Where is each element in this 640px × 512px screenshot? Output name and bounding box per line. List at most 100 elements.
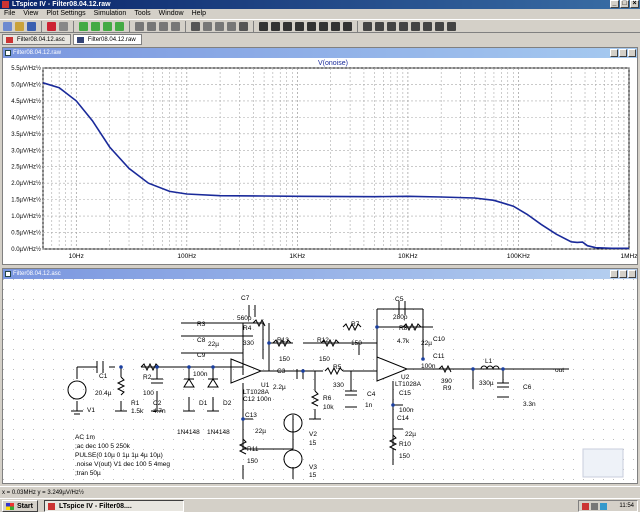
start-label: Start [17,502,33,510]
directive-pulse[interactable]: PULSE(0 10µ 0 1µ 1µ 4µ 10µ) [75,452,163,459]
move-icon[interactable] [363,21,372,31]
y-tick-label: 0.5µV/Hz½ [11,230,41,237]
value-R7: 150 [351,340,362,347]
schematic-maximize-button[interactable] [619,270,627,278]
y-tick-label: 4.0µV/Hz½ [11,114,41,121]
label-R9: R9 [443,385,452,392]
zoom-in-icon[interactable] [79,21,88,31]
menu-file[interactable]: File [3,9,16,19]
clock: 11:54 [619,502,634,509]
toolbar-separator [41,20,42,32]
halt-icon[interactable] [59,21,68,31]
label-U2: U2 [401,374,410,381]
label-R6: R6 [323,395,332,402]
value-C11: 100n [421,363,436,370]
save-icon[interactable] [27,21,36,31]
undo-icon[interactable] [387,21,396,31]
minimize-button[interactable]: _ [610,0,619,8]
plot-grid [42,67,630,250]
inductor-icon[interactable] [319,21,328,31]
value-C13: 22µ [255,428,266,435]
plot-close-button[interactable] [628,49,636,57]
run-icon[interactable] [47,21,56,31]
menu-window[interactable]: Window [158,9,185,19]
label-C9: C9 [197,352,206,359]
schematic-canvas[interactable]: C7 560p R3 R4 330 C8 22µ C9 100n R13 150… [3,279,637,483]
find-icon[interactable] [239,21,248,31]
capacitor-icon[interactable] [307,21,316,31]
label-R10: R10 [399,441,411,448]
value-C14: 22µ [405,431,416,438]
schematic-minimize-button[interactable] [610,270,618,278]
directive-ac[interactable]: AC 1m [75,434,95,441]
menu-plot-settings[interactable]: Plot Settings [45,9,86,19]
x-tick-label: 100Hz [177,253,196,260]
directive-ac-sweep[interactable]: ;ac dec 100 5 250k [75,443,131,450]
tile-icon[interactable] [147,21,156,31]
tab-waveform[interactable]: Filter08.04.12.raw [72,34,142,45]
label-V3: V3 [309,464,317,471]
toolbar-separator [129,20,130,32]
print-icon[interactable] [191,21,200,31]
taskbar-item-ltspice[interactable]: LTspice IV - Filter08.... [43,499,184,512]
cascade-icon[interactable] [159,21,168,31]
label-net-icon[interactable] [283,21,292,31]
resize-grip[interactable] [582,448,624,478]
plot-window-titlebar: Filter08.04.12.raw [3,48,637,58]
tray-icon[interactable] [582,502,589,510]
paste-icon[interactable] [227,21,236,31]
component-icon[interactable] [343,21,352,31]
cut-icon[interactable] [203,21,212,31]
zoom-fit-icon[interactable] [115,21,124,31]
directive-noise[interactable]: .noise V(out) V1 dec 100 5 4meg [75,461,170,468]
open-folder-icon[interactable] [15,21,24,31]
directive-tran[interactable]: ;tran 50µ [75,470,101,477]
text-icon[interactable] [435,21,444,31]
network-icon[interactable] [600,502,607,510]
value-R4: 330 [243,340,254,347]
wire-icon[interactable] [259,21,268,31]
mirror-icon[interactable] [423,21,432,31]
start-button[interactable]: Start [2,499,38,512]
schematic-window-titlebar: Filter08.04.12.asc [3,269,637,279]
rotate-icon[interactable] [411,21,420,31]
tab-schematic[interactable]: Filter08.04.12.asc [2,34,71,45]
label-R3: R3 [197,321,206,328]
schematic-close-button[interactable] [628,270,636,278]
ground-icon[interactable] [271,21,280,31]
menu-view[interactable]: View [22,9,39,19]
windows-logo-icon [6,502,14,510]
resistor-icon[interactable] [295,21,304,31]
plot-window: Filter08.04.12.raw V(onoise) 0.0µV/Hz½ 0.… [2,47,638,265]
trace-label[interactable]: V(onoise) [318,60,348,67]
zoom-pan-icon[interactable] [91,21,100,31]
open-icon[interactable] [3,21,12,31]
menu-tools[interactable]: Tools [133,9,151,19]
autorange-icon[interactable] [135,21,144,31]
waveform-icon [76,37,84,43]
redo-icon[interactable] [399,21,408,31]
close-window-icon[interactable] [171,21,180,31]
value-C2: 4.7n [153,408,166,415]
label-C5: C5 [395,296,404,303]
value-C15: 100n [399,407,414,414]
copy-icon[interactable] [215,21,224,31]
value-R11: 150 [247,458,258,465]
volume-icon[interactable] [591,502,598,510]
spice-directive-icon[interactable] [447,21,456,31]
diode-icon[interactable] [331,21,340,31]
ltspice-app: LTspice IV - Filter08.04.12.raw _ □ × Fi… [0,0,640,512]
close-button[interactable]: × [630,0,639,8]
toolbar-separator [253,20,254,32]
plot-maximize-button[interactable] [619,49,627,57]
noise-plot[interactable]: V(onoise) 0.0µV/Hz½ 0.5µV/Hz½ 1.0µV/Hz½ 1.5… [3,58,637,264]
menu-help[interactable]: Help [191,9,207,19]
plot-minimize-button[interactable] [610,49,618,57]
maximize-button[interactable]: □ [620,0,629,8]
zoom-out-icon[interactable] [103,21,112,31]
x-axis-ticks: 10Hz 100Hz 1KHz 10KHz 100KHz 1MHz [69,253,638,260]
tab-label: Filter08.04.12.asc [17,37,65,43]
value-C8: 22µ [208,341,219,348]
drag-icon[interactable] [375,21,384,31]
menu-simulation[interactable]: Simulation [93,9,128,19]
